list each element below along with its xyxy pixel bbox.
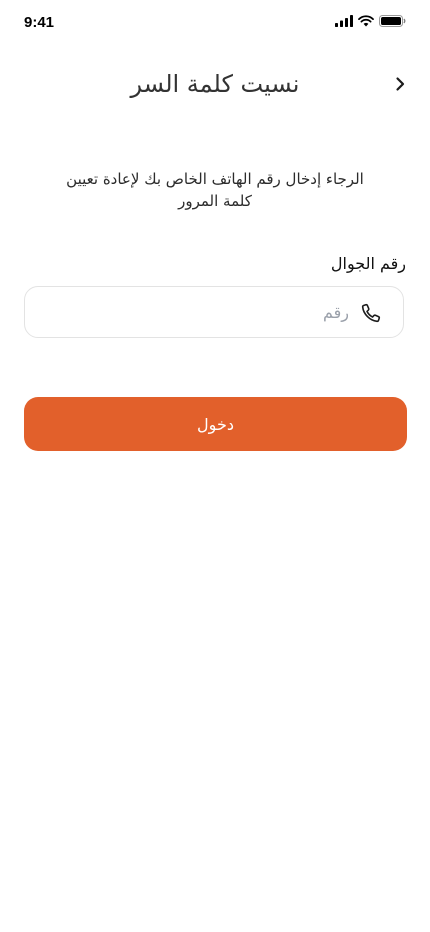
cellular-signal-icon: [335, 15, 353, 27]
phone-field-label: رقم الجوال: [330, 254, 406, 273]
page-title: نسيت كلمة السر: [130, 70, 300, 98]
phone-icon: [359, 301, 383, 325]
status-icons: [335, 15, 406, 27]
battery-icon: [379, 15, 406, 27]
chevron-right-icon: [394, 76, 406, 96]
phone-field[interactable]: [24, 286, 404, 338]
instructions-text: الرجاء إدخال رقم الهاتف الخاص بك لإعادة …: [66, 170, 364, 210]
status-time: 9:41: [24, 14, 55, 31]
phone-input[interactable]: [49, 287, 349, 337]
header: نسيت كلمة السر: [0, 64, 430, 108]
login-button[interactable]: دخول: [24, 397, 407, 451]
wifi-icon: [358, 15, 374, 27]
status-bar: 9:41: [0, 0, 430, 46]
back-button[interactable]: [386, 72, 414, 100]
